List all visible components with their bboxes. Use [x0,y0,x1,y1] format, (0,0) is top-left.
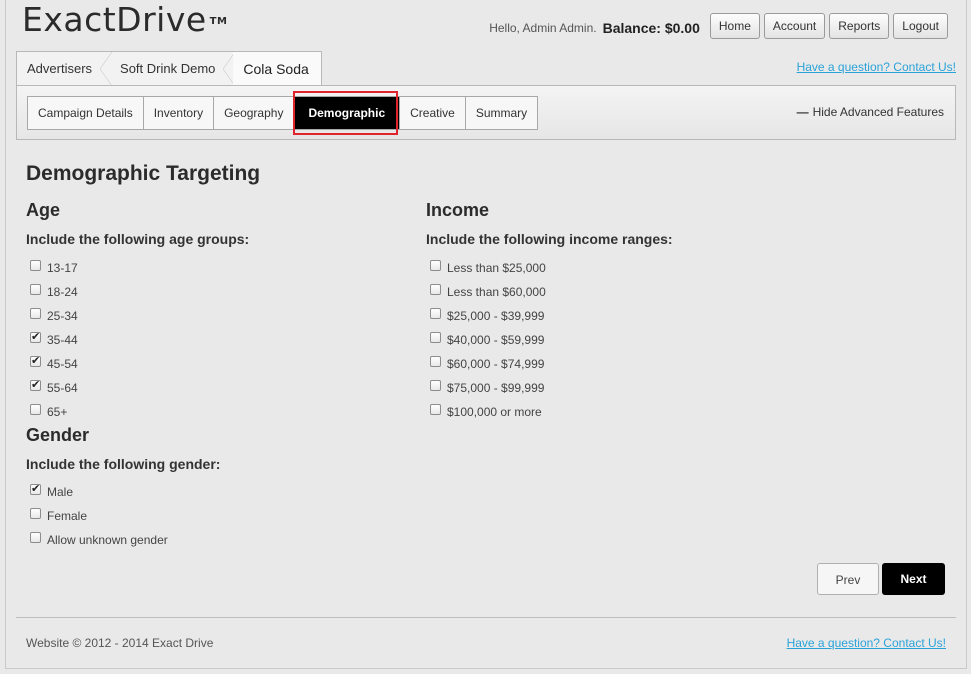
gender-checkbox[interactable] [30,531,41,543]
balance: Balance: $0.00 [602,19,700,36]
reports-button[interactable]: Reports [829,13,890,39]
contact-link-bottom[interactable]: Have a question? Contact Us! [787,636,946,650]
age-checkbox[interactable] [30,307,41,319]
income-checkbox[interactable] [430,379,441,391]
income-option-label: $60,000 - $74,999 [447,357,545,371]
age-option-label: 18-24 [47,285,78,299]
income-option[interactable]: $60,000 - $74,999 [430,355,545,371]
logo[interactable]: ExactDrive TM [22,0,227,39]
income-checkbox[interactable] [430,355,441,367]
income-option-label: Less than $25,000 [447,261,546,275]
tab-inventory[interactable]: Inventory [144,97,215,129]
copyright: Website © 2012 - 2014 Exact Drive [26,636,214,650]
logout-button[interactable]: Logout [893,13,948,39]
page-title: Demographic Targeting [26,162,261,185]
minus-icon: — [796,105,809,119]
age-option[interactable]: 35-44 [30,330,78,347]
gender-option[interactable]: Allow unknown gender [30,531,168,547]
gender-heading: Gender [26,425,90,445]
age-option[interactable]: 18-24 [30,283,78,299]
campaign-tabs: Campaign Details Inventory Geography Dem… [27,96,539,130]
income-option-label: $40,000 - $59,999 [447,333,545,347]
income-checkbox[interactable] [430,307,441,319]
tab-summary[interactable]: Summary [466,97,537,129]
income-option-label: $25,000 - $39,999 [447,309,545,323]
gender-checkbox[interactable] [30,507,41,519]
age-option-label: 35-44 [47,333,78,347]
trademark: TM [209,16,228,27]
greeting: Hello, Admin Admin. [489,21,597,35]
income-option-label: $75,000 - $99,999 [447,381,545,395]
tab-creative[interactable]: Creative [400,97,466,129]
prev-button[interactable]: Prev [817,563,879,595]
home-button[interactable]: Home [709,13,760,39]
age-heading: Age [26,200,61,220]
income-option[interactable]: $75,000 - $99,999 [430,379,545,395]
income-option[interactable]: $40,000 - $59,999 [430,331,545,347]
breadcrumb: Advertisers Soft Drink Demo Cola Soda [16,51,322,86]
income-option[interactable]: Less than $60,000 [430,283,546,299]
gender-option[interactable]: Male [30,482,74,499]
income-subheading: Include the following income ranges: [426,231,673,247]
income-checkbox[interactable] [430,331,441,343]
income-option[interactable]: $25,000 - $39,999 [430,307,545,323]
hide-advanced-toggle[interactable]: — Hide Advanced Features [797,105,944,119]
gender-option-label: Allow unknown gender [47,533,168,547]
footer-divider [16,617,956,618]
age-subheading: Include the following age groups: [26,231,250,247]
age-checkbox[interactable] [30,330,41,343]
age-option-label: 25-34 [47,309,78,323]
age-option[interactable]: 13-17 [30,259,78,275]
income-checkbox[interactable] [430,403,441,415]
top-bar: Hello, Admin Admin. Balance: $0.00 Home … [489,13,948,39]
age-option-label: 45-54 [47,357,78,371]
breadcrumb-soft-drink-demo[interactable]: Soft Drink Demo [110,52,236,86]
age-option[interactable]: 45-54 [30,354,78,371]
age-option-label: 55-64 [47,381,78,395]
income-checkbox[interactable] [430,259,441,271]
breadcrumb-advertisers[interactable]: Advertisers [17,52,113,86]
gender-checkbox[interactable] [30,482,41,495]
tab-campaign-details[interactable]: Campaign Details [28,97,144,129]
income-option-label: $100,000 or more [447,405,542,419]
next-button[interactable]: Next [882,563,945,595]
age-checkbox[interactable] [30,283,41,295]
age-checkbox[interactable] [30,403,41,415]
tab-demographic[interactable]: Demographic [294,97,401,129]
income-option[interactable]: $100,000 or more [430,403,542,419]
age-checkbox[interactable] [30,378,41,391]
income-option-label: Less than $60,000 [447,285,546,299]
gender-option-label: Female [47,509,88,523]
age-option-label: 65+ [47,405,68,419]
breadcrumb-cola-soda: Cola Soda [233,52,321,86]
gender-subheading: Include the following gender: [26,456,221,472]
income-checkbox[interactable] [430,283,441,295]
age-option[interactable]: 25-34 [30,307,78,323]
gender-option[interactable]: Female [30,507,88,523]
tab-geography[interactable]: Geography [214,97,295,129]
age-option-label: 13-17 [47,261,78,275]
income-heading: Income [426,200,490,220]
contact-link-top[interactable]: Have a question? Contact Us! [797,60,956,74]
age-option[interactable]: 55-64 [30,378,78,395]
age-option[interactable]: 65+ [30,403,68,419]
income-option[interactable]: Less than $25,000 [430,259,546,275]
age-checkbox[interactable] [30,259,41,271]
account-button[interactable]: Account [763,13,826,39]
gender-option-label: Male [47,485,74,499]
age-checkbox[interactable] [30,354,41,367]
